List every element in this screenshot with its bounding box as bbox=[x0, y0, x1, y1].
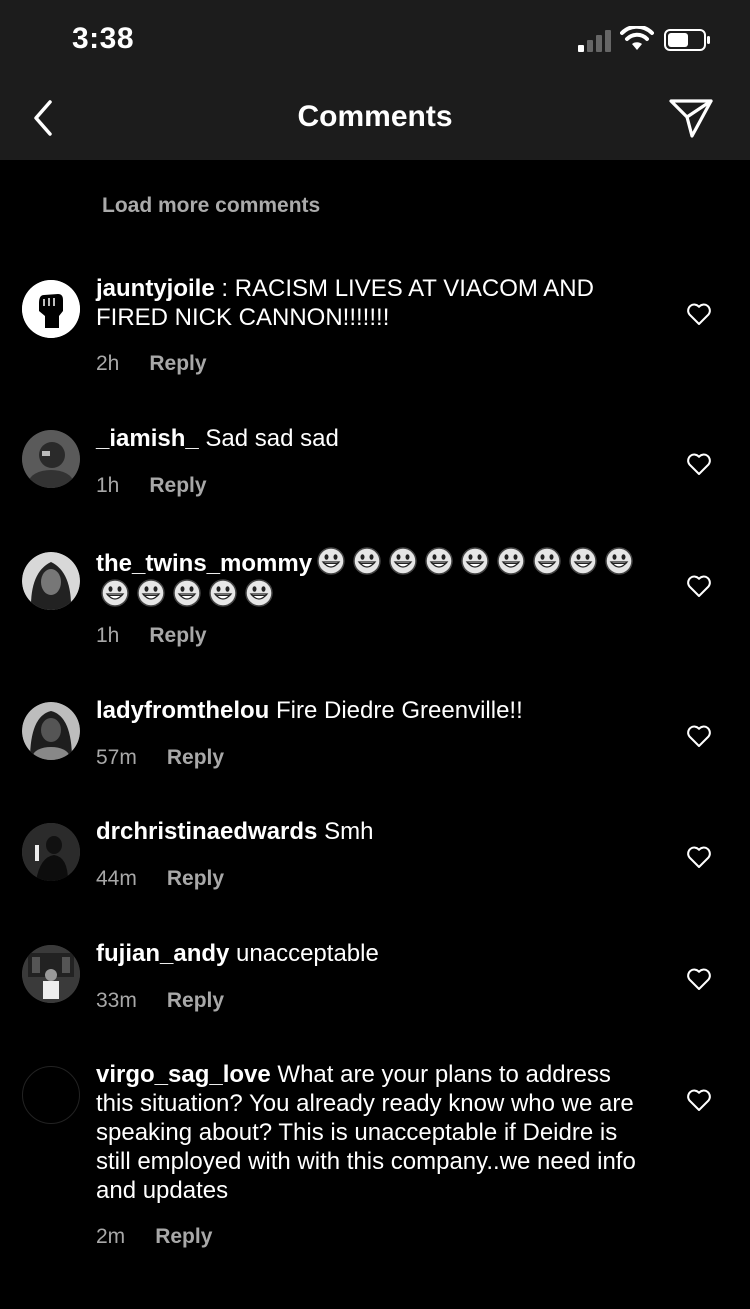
comment-meta: 57m Reply bbox=[96, 746, 224, 770]
comment-username[interactable]: ladyfromthelou bbox=[96, 697, 269, 724]
comment-username[interactable]: the_twins_mommy bbox=[96, 550, 312, 577]
grinning-face-emoji bbox=[605, 547, 633, 575]
paper-plane-icon[interactable] bbox=[668, 97, 714, 139]
page-title: Comments bbox=[297, 100, 453, 133]
cellular-signal-icon bbox=[578, 30, 611, 52]
heart-outline-icon[interactable] bbox=[686, 302, 712, 326]
grinning-face-emoji bbox=[569, 547, 597, 575]
heart-outline-icon[interactable] bbox=[686, 724, 712, 748]
grinning-face-emoji bbox=[137, 579, 165, 607]
grinning-face-emoji bbox=[497, 547, 525, 575]
status-time: 3:38 bbox=[72, 22, 135, 55]
avatar-photo bbox=[22, 430, 80, 488]
grinning-face-emoji bbox=[353, 547, 381, 575]
battery-icon bbox=[664, 29, 710, 51]
grinning-face-emoji bbox=[245, 579, 273, 607]
reply-button[interactable]: Reply bbox=[167, 989, 224, 1013]
comment-content: Fire Diedre Greenville!! bbox=[276, 697, 523, 724]
comment-username[interactable]: jauntyjoile bbox=[96, 275, 215, 302]
reply-button[interactable]: Reply bbox=[149, 624, 206, 648]
comment-text: jauntyjoile : RACISM LIVES AT VIACOM AND… bbox=[96, 274, 648, 332]
comment-content: Sad sad sad bbox=[205, 425, 339, 452]
comment-time: 44m bbox=[96, 867, 137, 890]
comment-username[interactable]: virgo_sag_love bbox=[96, 1061, 271, 1088]
avatar[interactable] bbox=[22, 823, 80, 881]
grinning-face-emoji bbox=[317, 547, 345, 575]
grinning-face-emoji bbox=[173, 579, 201, 607]
reply-button[interactable]: Reply bbox=[155, 1225, 212, 1249]
avatar[interactable] bbox=[22, 1066, 80, 1124]
grinning-face-emoji bbox=[389, 547, 417, 575]
nav-bar: Comments bbox=[0, 80, 750, 160]
avatar-photo bbox=[22, 552, 80, 610]
comment-text: fujian_andy unacceptable bbox=[96, 939, 648, 968]
reply-button[interactable]: Reply bbox=[149, 352, 206, 376]
avatar-photo bbox=[22, 945, 80, 1003]
comment-text: virgo_sag_love What are your plans to ad… bbox=[96, 1060, 648, 1205]
comment-meta: 1h Reply bbox=[96, 624, 207, 648]
comment-time: 1h bbox=[96, 474, 120, 497]
comment-content: Smh bbox=[324, 818, 374, 845]
wifi-icon bbox=[620, 26, 654, 50]
grinning-face-emoji bbox=[209, 579, 237, 607]
grinning-face-emoji bbox=[533, 547, 561, 575]
heart-outline-icon[interactable] bbox=[686, 574, 712, 598]
avatar-photo bbox=[22, 702, 80, 760]
comment-meta: 2h Reply bbox=[96, 352, 207, 376]
comment-time: 57m bbox=[96, 746, 137, 769]
grinning-face-emoji bbox=[425, 547, 453, 575]
comment-time: 2m bbox=[96, 1225, 126, 1248]
comment-time: 1h bbox=[96, 624, 120, 647]
comment-text: _iamish_ Sad sad sad bbox=[96, 424, 648, 453]
comment-meta: 33m Reply bbox=[96, 989, 224, 1013]
comment-text: ladyfromthelou Fire Diedre Greenville!! bbox=[96, 696, 648, 725]
avatar[interactable] bbox=[22, 430, 80, 488]
comment-meta: 1h Reply bbox=[96, 474, 207, 498]
reply-button[interactable]: Reply bbox=[167, 867, 224, 891]
load-more-comments-link[interactable]: Load more comments bbox=[102, 194, 320, 218]
comment-username[interactable]: _iamish_ bbox=[96, 425, 199, 452]
reply-button[interactable]: Reply bbox=[167, 746, 224, 770]
comment-username[interactable]: drchristinaedwards bbox=[96, 818, 317, 845]
comment-content: unacceptable bbox=[236, 940, 379, 967]
grinning-face-emoji bbox=[101, 579, 129, 607]
heart-outline-icon[interactable] bbox=[686, 845, 712, 869]
comment-username[interactable]: fujian_andy bbox=[96, 940, 229, 967]
comment-meta: 2m Reply bbox=[96, 1225, 212, 1249]
heart-outline-icon[interactable] bbox=[686, 452, 712, 476]
heart-outline-icon[interactable] bbox=[686, 967, 712, 991]
reply-button[interactable]: Reply bbox=[149, 474, 206, 498]
avatar-photo bbox=[22, 823, 80, 881]
heart-outline-icon[interactable] bbox=[686, 1088, 712, 1112]
comment-time: 2h bbox=[96, 352, 120, 375]
comment-text: drchristinaedwards Smh bbox=[96, 817, 648, 846]
comment-time: 33m bbox=[96, 989, 137, 1012]
avatar[interactable] bbox=[22, 702, 80, 760]
raised-fist-icon bbox=[22, 280, 80, 338]
avatar[interactable] bbox=[22, 280, 80, 338]
status-bar: 3:38 bbox=[0, 0, 750, 80]
comment-meta: 44m Reply bbox=[96, 867, 224, 891]
grinning-face-emoji bbox=[461, 547, 489, 575]
comment-text: the_twins_mommy bbox=[96, 546, 648, 610]
avatar[interactable] bbox=[22, 552, 80, 610]
avatar[interactable] bbox=[22, 945, 80, 1003]
